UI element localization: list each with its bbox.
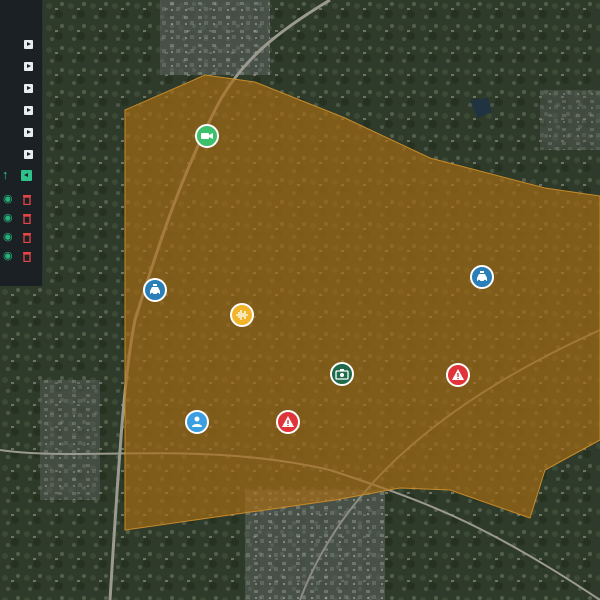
warning-icon <box>452 369 464 380</box>
police-car-icon <box>477 271 487 283</box>
layer-play-button[interactable] <box>0 125 42 143</box>
collapse-toggle-icon[interactable] <box>21 170 32 181</box>
urban-area <box>40 380 100 500</box>
warning-marker[interactable] <box>276 410 300 434</box>
urban-area <box>540 90 600 150</box>
satellite-map[interactable] <box>0 0 600 600</box>
layer-play-button[interactable] <box>0 147 42 165</box>
audio-marker[interactable] <box>230 303 254 327</box>
warning-icon <box>282 416 294 427</box>
eye-icon[interactable]: ◉ <box>3 232 14 243</box>
trash-icon[interactable] <box>22 232 32 243</box>
layer-play-button[interactable] <box>0 103 42 121</box>
layer-play-button[interactable] <box>0 59 42 77</box>
person-marker[interactable] <box>185 410 209 434</box>
video-camera-marker[interactable] <box>195 124 219 148</box>
police-car-marker[interactable] <box>470 265 494 289</box>
trash-icon[interactable] <box>22 213 32 224</box>
audio-wave-icon <box>236 310 248 320</box>
play-icon[interactable] <box>24 62 33 71</box>
up-arrow-icon[interactable]: ↑ <box>2 168 14 182</box>
eye-icon[interactable]: ◉ <box>3 194 14 205</box>
play-icon[interactable] <box>24 128 33 137</box>
layer-row: ◉ <box>0 230 42 248</box>
layer-play-button[interactable] <box>0 37 42 55</box>
play-icon[interactable] <box>24 150 33 159</box>
layers-panel: ↑ ◉ ◉ ◉ ◉ <box>0 0 43 286</box>
play-icon[interactable] <box>24 84 33 93</box>
urban-area <box>160 0 270 75</box>
warning-marker[interactable] <box>446 363 470 387</box>
video-camera-icon <box>201 133 213 139</box>
police-car-marker[interactable] <box>143 278 167 302</box>
eye-icon[interactable]: ◉ <box>3 251 14 262</box>
layer-play-button[interactable] <box>0 81 42 99</box>
layer-row: ◉ <box>0 249 42 267</box>
play-icon[interactable] <box>24 106 33 115</box>
camera-icon <box>335 369 349 380</box>
camera-marker[interactable] <box>330 362 354 386</box>
play-icon[interactable] <box>24 40 33 49</box>
police-car-icon <box>150 284 160 296</box>
trash-icon[interactable] <box>22 251 32 262</box>
person-icon <box>192 416 202 427</box>
layer-row: ◉ <box>0 211 42 229</box>
layer-row: ◉ <box>0 192 42 210</box>
trash-icon[interactable] <box>22 194 32 205</box>
eye-icon[interactable]: ◉ <box>3 213 14 224</box>
layer-controls-row: ↑ <box>0 168 42 186</box>
